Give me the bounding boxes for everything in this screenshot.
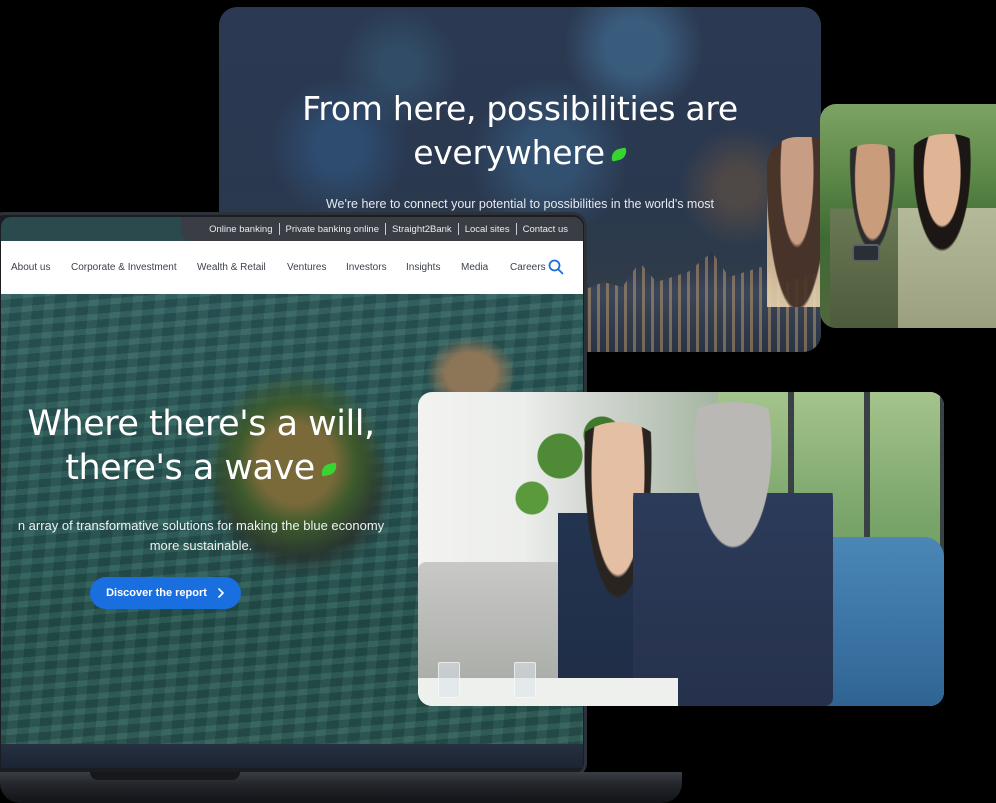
glass-image [438, 662, 460, 698]
utility-link-online-banking[interactable]: Online banking [203, 224, 278, 235]
discover-report-label: Discover the report [106, 587, 207, 599]
next-section-preview [1, 744, 583, 768]
back-hero-title: From here, possibilities are everywhere [219, 87, 821, 175]
nav-item-investors[interactable]: Investors [346, 262, 387, 273]
hero-subtitle-line1: n array of transformative solutions for … [17, 518, 385, 533]
green-leaf-icon [319, 461, 338, 477]
business-meeting-photo-card [418, 392, 944, 706]
green-leaf-icon [609, 147, 628, 162]
utility-link-local-sites[interactable]: Local sites [459, 224, 516, 235]
utility-link-contact-us[interactable]: Contact us [517, 224, 574, 235]
back-hero-title-line1: From here, possibilities are [302, 89, 738, 128]
hero-title: Where there's a will, there's a wave [1, 402, 421, 490]
nav-item-wealth-retail[interactable]: Wealth & Retail [197, 262, 266, 273]
utility-link-private-banking[interactable]: Private banking online [280, 224, 385, 235]
back-hero-title-line2: everywhere [413, 133, 605, 172]
laptop-notch [90, 772, 240, 780]
main-nav: About us Corporate & Investment Wealth &… [1, 241, 583, 294]
hero-title-line1: Where there's a will, [27, 404, 375, 444]
search-icon[interactable] [548, 259, 564, 275]
nav-item-corporate-investment[interactable]: Corporate & Investment [71, 262, 177, 273]
glass-image [514, 662, 536, 698]
utility-nav: Online banking Private banking online St… [181, 217, 583, 241]
laptop-base [0, 772, 682, 803]
nav-item-insights[interactable]: Insights [406, 262, 440, 273]
businessman-image [633, 402, 833, 706]
hero-subtitle: n array of transformative solutions for … [1, 516, 421, 556]
nav-item-ventures[interactable]: Ventures [287, 262, 326, 273]
nav-item-media[interactable]: Media [461, 262, 488, 273]
utility-link-straight2bank[interactable]: Straight2Bank [386, 224, 458, 235]
woman-hiker-image [898, 134, 996, 328]
hero-subtitle-line2: more sustainable. [149, 538, 253, 553]
back-hero-subtitle: We're here to connect your potential to … [325, 197, 715, 211]
camera-icon [852, 244, 880, 262]
nav-item-about-us[interactable]: About us [11, 262, 50, 273]
chevron-right-icon [218, 588, 224, 598]
hero-title-line2: there's a wave [65, 448, 315, 488]
nav-item-careers[interactable]: Careers [510, 262, 546, 273]
discover-report-button[interactable]: Discover the report [90, 577, 241, 609]
hikers-photo-card [820, 104, 996, 328]
